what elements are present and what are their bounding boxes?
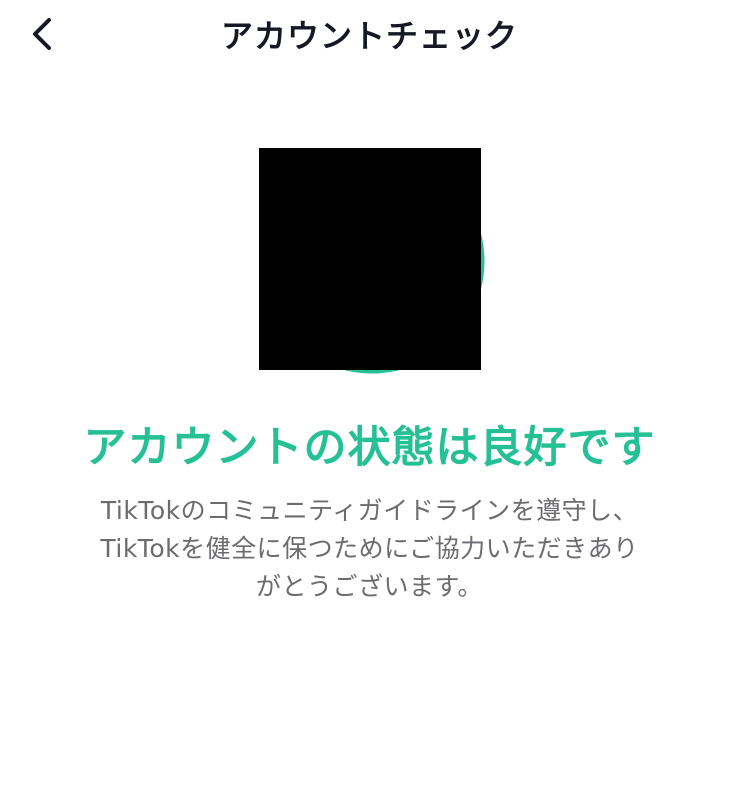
description-line-1: TikTokのコミュニティガイドラインを遵守し、 bbox=[100, 496, 639, 525]
page-title: アカウントチェック bbox=[220, 17, 518, 55]
header-bar: アカウントチェック bbox=[0, 0, 739, 72]
status-headline: アカウントの状態は良好です bbox=[83, 423, 656, 473]
description-line-2: TikTokを健全に保つためにご協力いただきあり bbox=[100, 534, 639, 563]
status-description: TikTokのコミュニティガイドラインを遵守し、 TikTokを健全に保つために… bbox=[50, 492, 689, 606]
account-status-illustration bbox=[259, 148, 499, 378]
redacted-image-block bbox=[259, 148, 481, 370]
account-check-screen: アカウントチェック アカウントの状態は良好です TikTokのコミュニティガイド… bbox=[0, 0, 739, 800]
description-line-3: がとうございます。 bbox=[255, 572, 483, 601]
